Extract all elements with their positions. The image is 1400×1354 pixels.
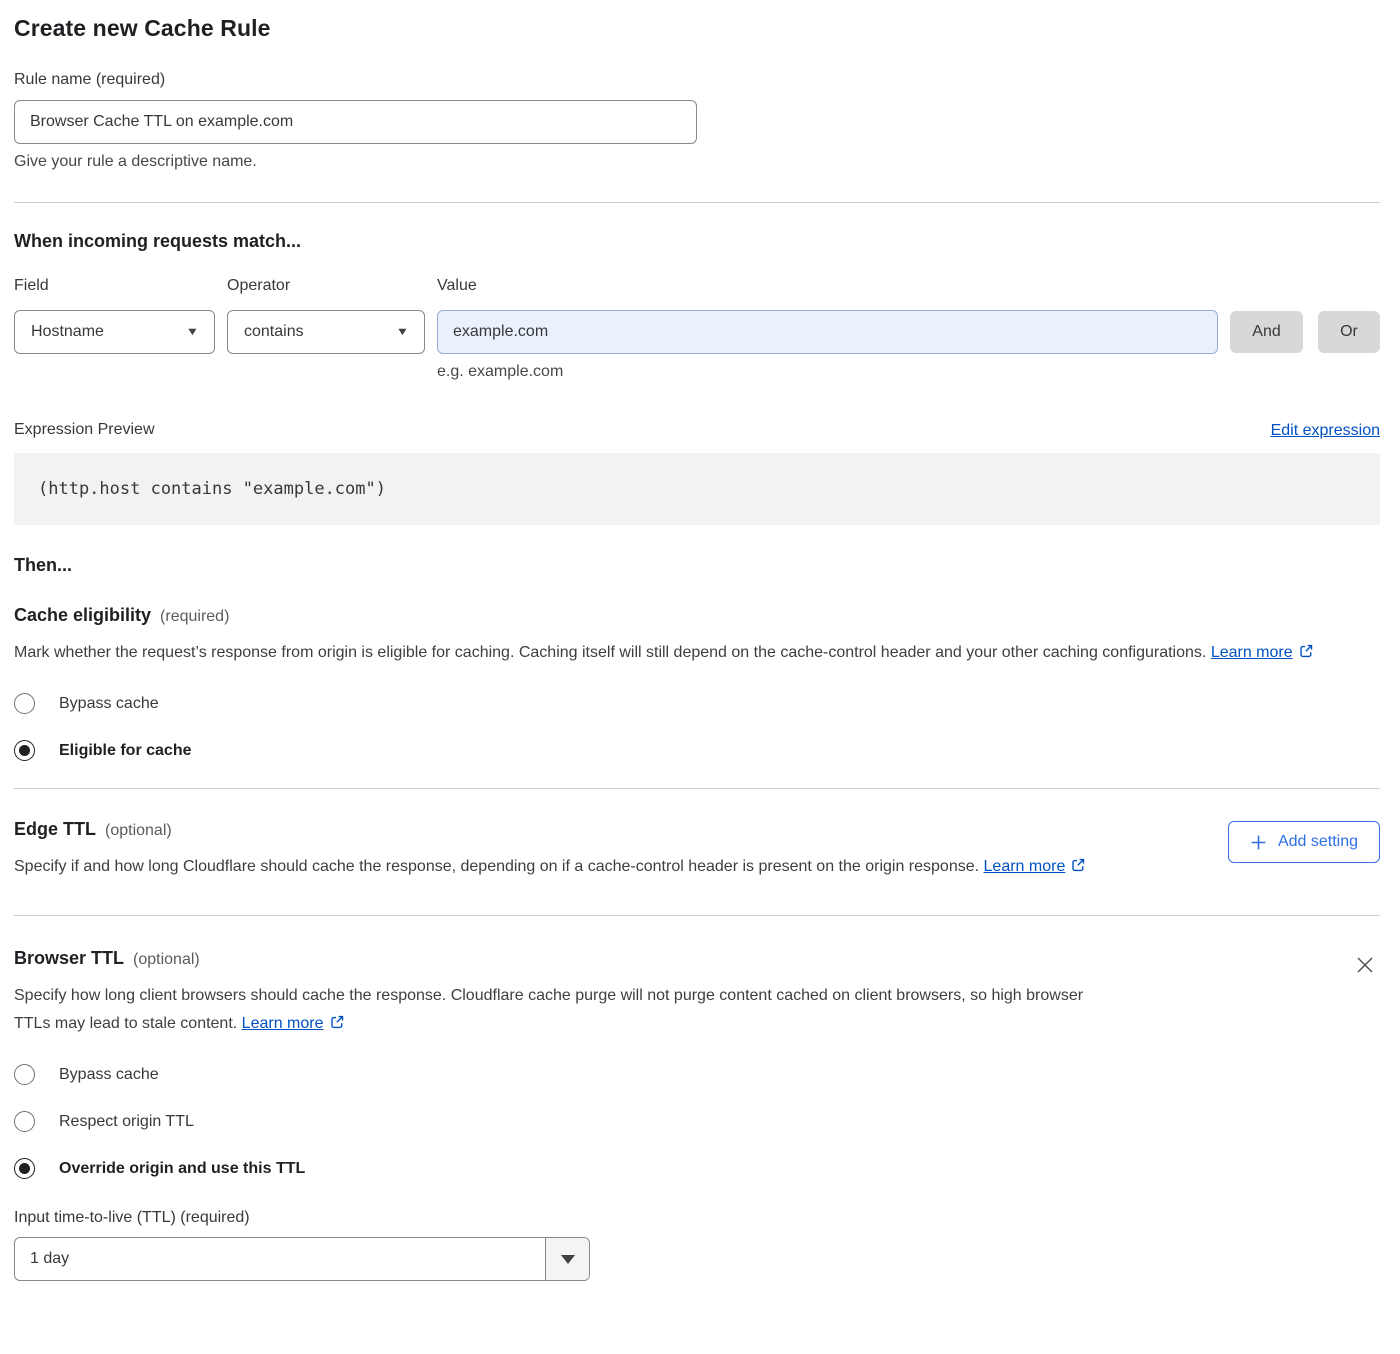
browser-ttl-title: Browser TTL	[14, 948, 124, 969]
edit-expression-link[interactable]: Edit expression	[1271, 422, 1380, 440]
value-input[interactable]	[437, 310, 1218, 354]
radio-label: Bypass cache	[59, 695, 159, 713]
or-button[interactable]: Or	[1318, 311, 1380, 353]
rule-name-helper: Give your rule a descriptive name.	[14, 152, 1380, 172]
radio-label: Override origin and use this TTL	[59, 1160, 305, 1178]
edge-ttl-description-text: Specify if and how long Cloudflare shoul…	[14, 858, 979, 875]
value-column-label: Value	[437, 276, 1380, 296]
radio-label: Eligible for cache	[59, 742, 191, 760]
edge-ttl-learn-more-link[interactable]: Learn more	[984, 858, 1066, 875]
radio-bypass-cache[interactable]: Bypass cache	[14, 1064, 1380, 1085]
close-icon	[1354, 954, 1376, 976]
field-select-value: Hostname	[31, 323, 104, 341]
value-helper: e.g. example.com	[437, 362, 1380, 382]
radio-label: Bypass cache	[59, 1066, 159, 1084]
radio-icon	[14, 740, 35, 761]
edge-ttl-optional-badge: (optional)	[105, 822, 172, 840]
browser-ttl-learn-more-link[interactable]: Learn more	[242, 1015, 324, 1032]
ttl-select-value: 1 day	[15, 1238, 545, 1280]
chevron-down-icon: ▼	[396, 327, 410, 338]
add-setting-label: Add setting	[1278, 833, 1358, 851]
expression-code: (http.host contains "example.com")	[14, 453, 1380, 525]
operator-select[interactable]: contains ▼	[227, 310, 425, 354]
cache-eligibility-radio-group: Bypass cache Eligible for cache	[14, 693, 1380, 761]
browser-ttl-description: Specify how long client browsers should …	[14, 982, 1114, 1038]
radio-respect-origin-ttl[interactable]: Respect origin TTL	[14, 1111, 1380, 1132]
then-heading: Then...	[14, 554, 1380, 576]
edge-ttl-title: Edge TTL	[14, 819, 96, 840]
radio-bypass-cache[interactable]: Bypass cache	[14, 693, 1380, 714]
cache-eligibility-learn-more-link[interactable]: Learn more	[1211, 644, 1293, 661]
radio-icon	[14, 1064, 35, 1085]
chevron-down-icon: ▼	[186, 327, 200, 338]
external-link-icon	[1070, 857, 1086, 873]
browser-ttl-optional-badge: (optional)	[133, 951, 200, 969]
browser-ttl-description-text: Specify how long client browsers should …	[14, 987, 1083, 1032]
external-link-icon	[1298, 643, 1314, 659]
cache-eligibility-description-text: Mark whether the request’s response from…	[14, 644, 1206, 661]
divider	[14, 202, 1380, 203]
create-cache-rule-form: Create new Cache Rule Rule name (require…	[0, 0, 1400, 1281]
field-column-label: Field	[14, 276, 215, 296]
field-select[interactable]: Hostname ▼	[14, 310, 215, 354]
match-section-heading: When incoming requests match...	[14, 230, 1380, 252]
expression-preview-label: Expression Preview	[14, 420, 155, 440]
radio-icon	[14, 1111, 35, 1132]
browser-ttl-radio-group: Bypass cache Respect origin TTL Override…	[14, 1064, 1380, 1179]
add-setting-button[interactable]: Add setting	[1228, 821, 1380, 863]
operator-column-label: Operator	[227, 276, 425, 296]
rule-name-label: Rule name (required)	[14, 70, 1380, 90]
radio-icon	[14, 693, 35, 714]
external-link-icon	[329, 1014, 345, 1030]
divider	[14, 788, 1380, 789]
cache-eligibility-title: Cache eligibility	[14, 605, 151, 626]
plus-icon	[1250, 834, 1267, 851]
radio-label: Respect origin TTL	[59, 1113, 194, 1131]
radio-eligible-for-cache[interactable]: Eligible for cache	[14, 740, 1380, 761]
radio-override-origin-ttl[interactable]: Override origin and use this TTL	[14, 1158, 1380, 1179]
ttl-input-label: Input time-to-live (TTL) (required)	[14, 1208, 1380, 1228]
divider	[14, 915, 1380, 916]
and-button[interactable]: And	[1230, 311, 1303, 353]
operator-select-value: contains	[244, 323, 304, 341]
radio-icon	[14, 1158, 35, 1179]
chevron-down-icon	[545, 1238, 589, 1280]
cache-eligibility-description: Mark whether the request’s response from…	[14, 639, 1359, 667]
remove-browser-ttl-button[interactable]	[1350, 950, 1380, 983]
page-title: Create new Cache Rule	[14, 14, 1380, 42]
cache-eligibility-required-badge: (required)	[160, 608, 229, 626]
rule-name-input[interactable]	[14, 100, 697, 144]
ttl-select[interactable]: 1 day	[14, 1237, 590, 1281]
edge-ttl-description: Specify if and how long Cloudflare shoul…	[14, 853, 1086, 881]
